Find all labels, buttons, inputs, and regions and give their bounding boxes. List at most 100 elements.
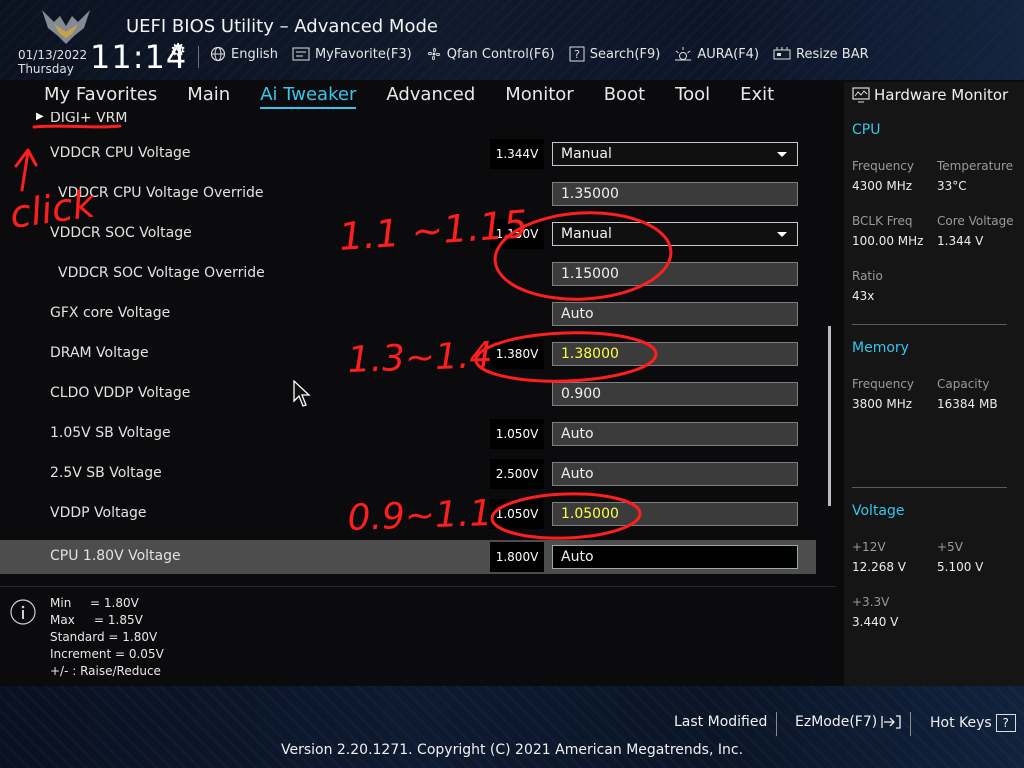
- vddcr-soc-override-input[interactable]: 1.15000: [552, 262, 798, 286]
- current-voltage: 1.050V: [490, 499, 544, 529]
- myfavorite-button[interactable]: MyFavorite(F3): [292, 46, 412, 62]
- tab-main[interactable]: Main: [187, 84, 230, 109]
- setting-row-vddcr-soc-override[interactable]: VDDCR SOC Voltage Override 1.15000: [0, 257, 816, 291]
- setting-label: VDDP Voltage: [50, 505, 147, 521]
- v5-label: +5V: [937, 540, 963, 554]
- language-label: English: [231, 46, 278, 62]
- hardware-monitor-title: Hardware Monitor: [852, 86, 1008, 104]
- ezmode-label: EzMode(F7): [795, 714, 878, 730]
- help-increment: Increment = 0.05V: [50, 647, 164, 661]
- setting-label: VDDCR SOC Voltage: [50, 225, 192, 241]
- tab-tool[interactable]: Tool: [675, 84, 710, 109]
- globe-icon: [210, 46, 226, 62]
- setting-row-2-5v-sb-voltage[interactable]: 2.5V SB Voltage 2.500V Auto: [0, 457, 816, 491]
- setting-row-vddcr-cpu-voltage[interactable]: VDDCR CPU Voltage 1.344V Manual: [0, 137, 816, 171]
- toolbar-divider: [198, 46, 199, 68]
- submenu-arrow-icon: ▶: [36, 112, 44, 122]
- ezmode-button[interactable]: EzMode(F7): [795, 714, 901, 730]
- bclk-value: 100.00 MHz: [852, 234, 924, 248]
- resize-bar-label: Resize BAR: [796, 46, 869, 62]
- setting-label: CPU 1.80V Voltage: [50, 548, 181, 564]
- date-text: 01/13/2022: [18, 48, 88, 62]
- setting-row-vddcr-cpu-override[interactable]: VDDCR CPU Voltage Override 1.35000: [0, 177, 816, 211]
- setting-row-dram-voltage[interactable]: DRAM Voltage 1.380V 1.38000: [0, 337, 816, 371]
- submenu-digi-vrm[interactable]: ▶ DIGI+ VRM: [0, 112, 816, 126]
- vddp-voltage-input[interactable]: 1.05000: [552, 502, 798, 526]
- last-modified-button[interactable]: Last Modified: [674, 714, 767, 730]
- gfx-core-voltage-input[interactable]: Auto: [552, 302, 798, 326]
- vddcr-cpu-override-input[interactable]: 1.35000: [552, 182, 798, 206]
- vddcr-soc-voltage-dropdown[interactable]: Manual: [552, 222, 798, 246]
- memory-capacity-value: 16384 MB: [937, 397, 998, 411]
- cpu-1-80v-voltage-input[interactable]: Auto: [552, 545, 798, 569]
- cldo-vddp-voltage-input[interactable]: 0.900: [552, 382, 798, 406]
- footer-bar: Last Modified EzMode(F7) Hot Keys ? Vers…: [0, 686, 1024, 768]
- setting-label: VDDCR SOC Voltage Override: [58, 265, 265, 281]
- monitor-icon: [852, 87, 870, 103]
- setting-row-vddp-voltage[interactable]: VDDP Voltage 1.050V 1.05000: [0, 497, 816, 531]
- cpu-heading: CPU: [852, 122, 881, 138]
- memory-frequency-value: 3800 MHz: [852, 397, 913, 411]
- info-icon: [10, 599, 36, 625]
- hw-divider: [852, 487, 1007, 488]
- search-button[interactable]: ? Search(F9): [569, 46, 660, 62]
- hot-keys-icon: ?: [995, 714, 1016, 732]
- v33-value: 3.440 V: [852, 615, 899, 629]
- memory-capacity-label: Capacity: [937, 377, 990, 391]
- v12-label: +12V: [852, 540, 886, 554]
- cpu-frequency-label: Frequency: [852, 159, 914, 173]
- tab-boot[interactable]: Boot: [604, 84, 645, 109]
- help-panel: Min = 1.80V Max = 1.85V Standard = 1.80V I…: [50, 595, 164, 680]
- hot-keys-button[interactable]: Hot Keys ?: [930, 714, 1016, 732]
- scrollbar[interactable]: [828, 326, 831, 506]
- svg-text:?: ?: [574, 48, 580, 61]
- aura-icon: [675, 47, 692, 61]
- fan-icon: [427, 47, 440, 61]
- bclk-label: BCLK Freq: [852, 214, 913, 228]
- setting-row-vddcr-soc-voltage[interactable]: VDDCR SOC Voltage 1.150V Manual: [0, 217, 816, 251]
- setting-label: GFX core Voltage: [50, 305, 171, 321]
- sb-1-05v-voltage-input[interactable]: Auto: [552, 422, 798, 446]
- memory-frequency-label: Frequency: [852, 377, 914, 391]
- app-title: UEFI BIOS Utility – Advanced Mode: [126, 16, 438, 37]
- voltage-heading: Voltage: [852, 503, 905, 519]
- setting-row-cldo-vddp-voltage[interactable]: CLDO VDDP Voltage 0.900: [0, 377, 816, 411]
- setting-label: CLDO VDDP Voltage: [50, 385, 191, 401]
- chevron-down-icon[interactable]: [777, 152, 787, 157]
- chevron-down-icon[interactable]: [777, 232, 787, 237]
- weekday-text: Thursday: [18, 62, 74, 76]
- current-voltage: 1.800V: [490, 542, 544, 572]
- setting-row-cpu-1-80v-voltage[interactable]: CPU 1.80V Voltage 1.800V Auto: [0, 540, 816, 574]
- tab-exit[interactable]: Exit: [740, 84, 774, 109]
- setting-label: 2.5V SB Voltage: [50, 465, 162, 481]
- language-button[interactable]: English: [210, 46, 278, 62]
- submenu-label: DIGI+ VRM: [50, 112, 128, 126]
- tab-my-favorites[interactable]: My Favorites: [44, 84, 157, 109]
- vddcr-cpu-voltage-dropdown[interactable]: Manual: [552, 142, 798, 166]
- tab-ai-tweaker[interactable]: Ai Tweaker: [260, 84, 357, 109]
- hardware-monitor-panel: Hardware Monitor CPU Frequency Temperatu…: [844, 82, 1024, 686]
- help-max-label: Max: [50, 613, 75, 627]
- resize-bar-button[interactable]: Resize BAR: [773, 46, 869, 62]
- dram-voltage-input[interactable]: 1.38000: [552, 342, 798, 366]
- setting-label: VDDCR CPU Voltage Override: [58, 185, 264, 201]
- v12-value: 12.268 V: [852, 560, 907, 574]
- setting-row-gfx-core-voltage[interactable]: GFX core Voltage Auto: [0, 297, 816, 331]
- aura-button[interactable]: AURA(F4): [674, 46, 759, 62]
- setting-row-1-05v-sb-voltage[interactable]: 1.05V SB Voltage 1.050V Auto: [0, 417, 816, 451]
- current-voltage: 2.500V: [490, 459, 544, 489]
- tab-advanced[interactable]: Advanced: [386, 84, 475, 109]
- gear-icon[interactable]: ⚙: [170, 40, 186, 61]
- dropdown-value: Manual: [561, 226, 612, 242]
- favorite-icon: [292, 47, 310, 61]
- qfan-button[interactable]: Qfan Control(F6): [426, 46, 555, 62]
- current-voltage: 1.150V: [490, 219, 544, 249]
- help-divider: [0, 586, 836, 587]
- help-min: Min = 1.80V: [50, 595, 164, 612]
- ratio-value: 43x: [852, 289, 875, 303]
- help-standard: Standard = 1.80V: [50, 630, 158, 644]
- sb-2-5v-voltage-input[interactable]: Auto: [552, 462, 798, 486]
- tab-monitor[interactable]: Monitor: [505, 84, 573, 109]
- toolbar: English MyFavorite(F3) Qfan Control(F6) …: [210, 46, 869, 62]
- copyright-text: Version 2.20.1271. Copyright (C) 2021 Am…: [280, 742, 744, 758]
